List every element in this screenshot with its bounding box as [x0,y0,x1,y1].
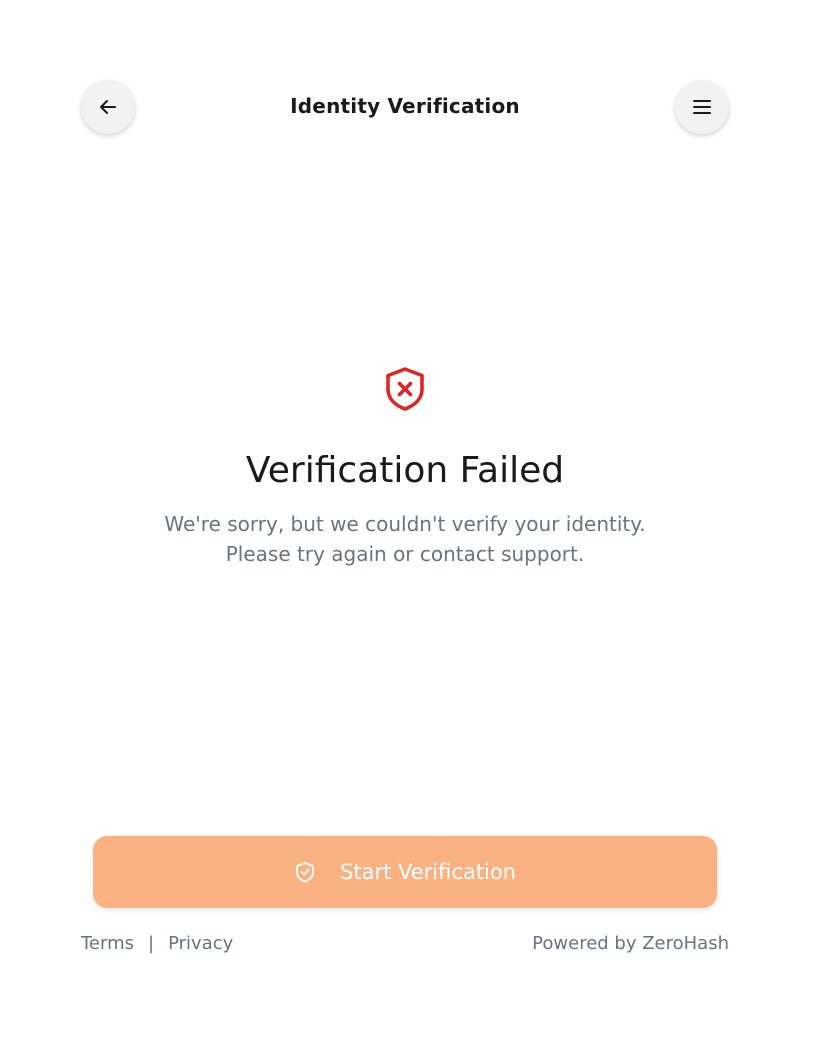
shield-check-icon [296,862,314,883]
status-message: We're sorry, but we couldn't verify your… [164,512,646,566]
footer-separator: | [148,933,155,954]
privacy-link[interactable]: Privacy [168,933,233,954]
header: Identity Verification [0,80,816,134]
hamburger-menu-icon [693,100,711,114]
footer: Terms | Privacy Powered by ZeroHash [81,933,729,957]
footer-links: Terms | Privacy [81,933,233,954]
cta-icon-wrapper [294,861,316,883]
powered-by-text: Powered by ZeroHash [532,933,729,954]
start-verification-label: Start Verification [340,860,516,884]
menu-button[interactable] [675,80,729,134]
start-verification-button[interactable]: Start Verification [93,836,717,908]
terms-link[interactable]: Terms [81,933,134,954]
status-title: Verification Failed [245,450,565,491]
shield-x-icon [386,367,424,411]
